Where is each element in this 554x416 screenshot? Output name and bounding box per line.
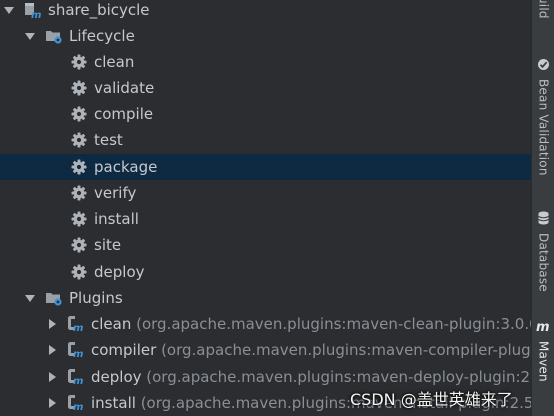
plugin-name: compiler — [91, 341, 157, 359]
tool-tab-label: Database — [536, 233, 551, 292]
phase-label: verify — [94, 184, 137, 202]
database-icon — [537, 210, 550, 229]
tool-tab-build[interactable]: uild — [532, 0, 554, 19]
lifecycle-phase-deploy[interactable]: deploy — [0, 259, 531, 285]
tool-tab-label: uild — [536, 0, 551, 19]
tool-tab-label: Bean Validation — [536, 79, 551, 176]
gear-icon — [70, 53, 88, 71]
svg-text:m: m — [73, 402, 83, 412]
phase-label: package — [94, 158, 158, 176]
expand-arrow-icon[interactable] — [4, 5, 14, 15]
lifecycle-phase-verify[interactable]: verify — [0, 180, 531, 206]
collapse-arrow-icon[interactable] — [47, 345, 57, 355]
expand-arrow-icon[interactable] — [25, 293, 35, 303]
maven-plugin-icon: m — [67, 394, 85, 412]
maven-tool-window: m share_bicycle Lifecycle clean validate… — [0, 0, 554, 416]
phase-label: site — [94, 236, 122, 254]
lifecycle-phase-site[interactable]: site — [0, 232, 531, 258]
maven-project-tree: m share_bicycle Lifecycle clean validate… — [0, 0, 531, 416]
phase-label: compile — [94, 105, 154, 123]
collapse-arrow-icon[interactable] — [47, 319, 57, 329]
lifecycle-folder-icon — [45, 27, 63, 45]
svg-text:m: m — [73, 376, 83, 386]
gear-icon — [70, 158, 88, 176]
gear-icon — [70, 105, 88, 123]
maven-plugin-icon: m — [67, 341, 85, 359]
plugin-name: install — [91, 394, 136, 412]
gear-icon — [70, 236, 88, 254]
tool-tab-label: Maven — [536, 341, 551, 382]
gear-icon — [70, 210, 88, 228]
tool-tab-maven[interactable]: m Maven — [532, 318, 554, 382]
maven-icon: m — [536, 318, 552, 337]
lifecycle-phase-package[interactable]: package — [0, 154, 531, 180]
project-name: share_bicycle — [48, 1, 150, 19]
gear-icon — [70, 263, 88, 281]
plugin-artifact: (org.apache.maven.plugins:maven-compiler… — [161, 341, 531, 359]
lifecycle-label: Lifecycle — [69, 27, 135, 45]
phase-label: validate — [94, 79, 155, 97]
plugin-artifact: (org.apache.maven.plugins:maven-clean-pl… — [136, 315, 531, 333]
collapse-arrow-icon[interactable] — [47, 372, 57, 382]
phase-label: clean — [94, 53, 135, 71]
right-tool-strip: uild Bean Validation Database m Maven — [531, 0, 554, 416]
gear-icon — [70, 184, 88, 202]
gear-icon — [70, 79, 88, 97]
svg-text:m: m — [73, 323, 83, 333]
tree-node-project[interactable]: m share_bicycle — [0, 0, 531, 23]
maven-plugin-icon: m — [67, 368, 85, 386]
maven-project-icon: m — [24, 1, 42, 19]
svg-text:m: m — [73, 349, 83, 359]
svg-text:m: m — [536, 320, 550, 333]
tool-tab-bean-validation[interactable]: Bean Validation — [532, 56, 554, 176]
bean-validation-icon — [537, 56, 550, 75]
plugins-folder-icon — [45, 289, 63, 307]
lifecycle-phase-clean[interactable]: clean — [0, 49, 531, 75]
maven-plugin-icon: m — [67, 315, 85, 333]
collapse-arrow-icon[interactable] — [47, 398, 57, 408]
phase-label: install — [94, 210, 139, 228]
expand-arrow-icon[interactable] — [25, 31, 35, 41]
tree-node-lifecycle[interactable]: Lifecycle — [0, 23, 531, 49]
plugin-item-compiler[interactable]: m compiler (org.apache.maven.plugins:mav… — [0, 337, 531, 363]
plugin-name: deploy — [91, 368, 142, 386]
gear-icon — [70, 131, 88, 149]
lifecycle-phase-validate[interactable]: validate — [0, 75, 531, 101]
plugin-item-clean[interactable]: m clean (org.apache.maven.plugins:maven-… — [0, 311, 531, 337]
lifecycle-phase-compile[interactable]: compile — [0, 101, 531, 127]
phase-label: test — [94, 131, 123, 149]
tree-node-plugins[interactable]: Plugins — [0, 285, 531, 311]
plugins-label: Plugins — [69, 289, 123, 307]
csdn-watermark: CSDN @盖世英雄来了 — [350, 390, 513, 409]
svg-text:m: m — [31, 10, 41, 19]
phase-label: deploy — [94, 263, 145, 281]
plugin-artifact: (org.apache.maven.plugins:maven-deploy-p… — [146, 368, 531, 386]
lifecycle-phase-install[interactable]: install — [0, 206, 531, 232]
tool-tab-database[interactable]: Database — [532, 210, 554, 292]
lifecycle-phase-test[interactable]: test — [0, 127, 531, 153]
plugin-name: clean — [91, 315, 132, 333]
